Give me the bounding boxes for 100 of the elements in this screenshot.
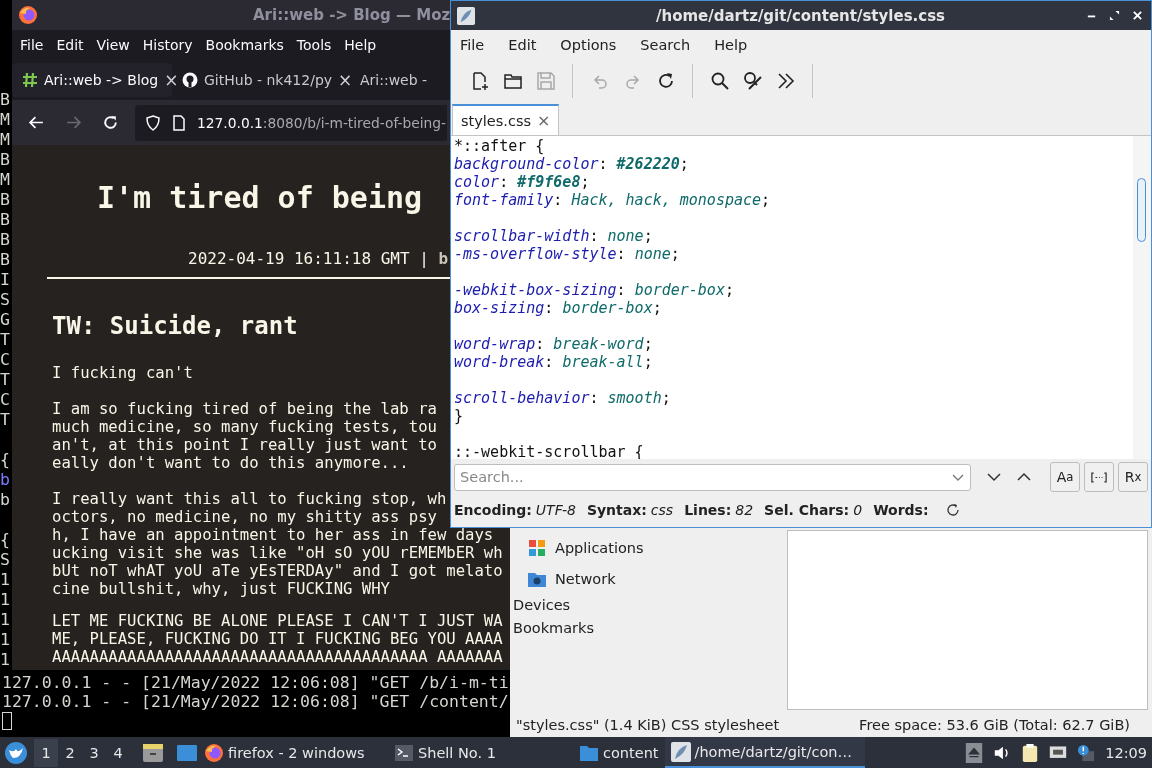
page-icon [171,114,187,131]
applications-icon [527,537,547,558]
window-title: Ari::web -> Blog — Moz [253,6,451,24]
terminal-text: 1 [0,570,11,590]
terminal-text: S [0,550,11,570]
menu-item[interactable]: Search [640,37,691,53]
log-line: 127.0.0.1 - - [21/May/2022 12:06:08] "GET /content/ [2,692,510,711]
paragraph-line: ucking visit she was like "oH sO yOU rEMEMbER wh [52,544,503,562]
terminal-text: 1 [0,590,11,610]
terminal-text: b [0,490,11,510]
terminal-text: M [0,110,11,130]
feather-icon [670,741,691,762]
terminal-text: 1 [0,630,11,650]
taskbar-button[interactable]: /home/dartz/git/con… [664,737,865,768]
url-text: 127.0.0.1:8080/b/i-m-tired-of-being- [197,114,447,131]
close-icon[interactable] [1132,10,1143,21]
shield-icon [145,114,161,131]
terminal-text: T [0,330,11,350]
menu-item[interactable]: Options [560,37,617,53]
menu-item[interactable]: Tools [296,37,332,53]
code-line: word-break: break-all; [454,353,654,371]
menu-item[interactable]: History [142,37,193,53]
menu-item[interactable]: View [96,37,130,53]
section-header[interactable]: Devices [510,594,787,617]
terminal-text: 1 [0,610,11,630]
refresh-icon[interactable] [945,503,960,517]
menu-item[interactable]: File [20,37,44,53]
file-cabinet-icon[interactable] [142,741,164,764]
previous-match-icon[interactable] [1017,472,1031,482]
address-bar[interactable]: 127.0.0.1:8080/b/i-m-tired-of-being- [135,104,447,141]
reload-icon[interactable] [102,114,119,131]
terminal-icon [394,742,414,763]
clock: 12:09 [1105,744,1147,761]
menu-item[interactable]: Help [344,37,377,53]
paragraph-line: an't, at this point I really just want to [52,436,437,454]
hash-icon [22,72,38,88]
scrollbar[interactable] [1133,136,1151,459]
terminal-text: B [0,210,11,230]
status-label: Encoding: [454,502,532,518]
paragraph-line: octors, no medicine, no my shitty ass psy [52,508,437,526]
whole-word-button[interactable] [1084,462,1114,492]
post-title: I'm tired of being [96,181,423,215]
places-item[interactable]: Network [510,563,787,594]
code-line: *::after { [454,137,546,155]
terminal-text: M [0,130,11,150]
eject-icon[interactable] [965,742,984,763]
feather-icon [457,6,475,25]
terminal-text: 1 [0,650,11,670]
close-icon[interactable]: × [537,111,551,130]
notification-icon[interactable] [1077,742,1096,763]
taskbar-button[interactable]: firefox - 2 windows [198,737,388,768]
workspace-button[interactable]: 2 [58,738,82,767]
menu-item[interactable]: Help [714,37,748,53]
menu-item[interactable]: File [460,37,485,53]
dropdown-caret-icon[interactable] [952,473,964,482]
workspace-button[interactable]: 4 [106,738,130,767]
browser-tab[interactable]: Ari::web - [350,63,436,97]
scrollbar-thumb[interactable] [1137,178,1146,242]
post-heading: TW: Suicide, rant [52,312,299,340]
menu-item[interactable]: Edit [508,37,537,53]
menu-item[interactable]: Bookmarks [205,37,284,53]
more-icon[interactable] [775,71,796,91]
log-line: 127.0.0.1 - - [21/May/2022 12:06:08] "GET /b/i-m-ti [2,673,510,692]
file-tab[interactable]: styles.css × [452,104,560,135]
menu-item[interactable]: Edit [56,37,84,53]
workspace-button[interactable]: 3 [82,738,106,767]
post-link[interactable]: b [438,249,449,268]
firefox-icon [204,742,224,763]
places-item[interactable]: Applications [510,532,787,563]
terminal-text: T [0,370,11,390]
code-line: -ms-overflow-style: none; [454,245,681,263]
paragraph-line: I really want this all to fucking stop, wh [52,490,447,508]
find-replace-icon[interactable] [742,71,763,91]
close-icon[interactable]: × [338,70,353,90]
terminal-text: b [0,470,11,490]
section-header[interactable]: Bookmarks [510,617,787,640]
maximize-icon[interactable] [1109,10,1120,21]
workspace-button[interactable]: 1 [34,738,58,767]
search-field[interactable]: Search... [454,463,971,491]
forward-icon[interactable] [65,114,82,131]
code-line: -webkit-box-sizing: border-box; [454,281,735,299]
status-value: css [650,502,674,518]
terminal-text: C [0,390,11,410]
terminal-text: I [0,270,11,290]
status-label: Syntax: [586,502,647,518]
search-icon[interactable] [709,71,730,91]
terminal-text: S [0,290,11,310]
terminal-text: B [0,90,11,110]
code-line: } [454,407,465,425]
taskbar-button[interactable]: content [573,737,665,768]
taskbar-button[interactable]: Shell No. 1 [388,737,573,768]
folder-icon[interactable] [502,71,523,91]
status-label: Words: [873,502,929,518]
terminal-text: { [0,450,11,470]
next-match-icon[interactable] [987,472,1001,482]
clipboard-icon[interactable] [1021,742,1040,763]
bird-icon[interactable] [4,740,28,765]
status-label: Lines: [684,502,732,518]
back-icon[interactable] [28,114,45,131]
firefox-icon[interactable] [18,5,38,25]
